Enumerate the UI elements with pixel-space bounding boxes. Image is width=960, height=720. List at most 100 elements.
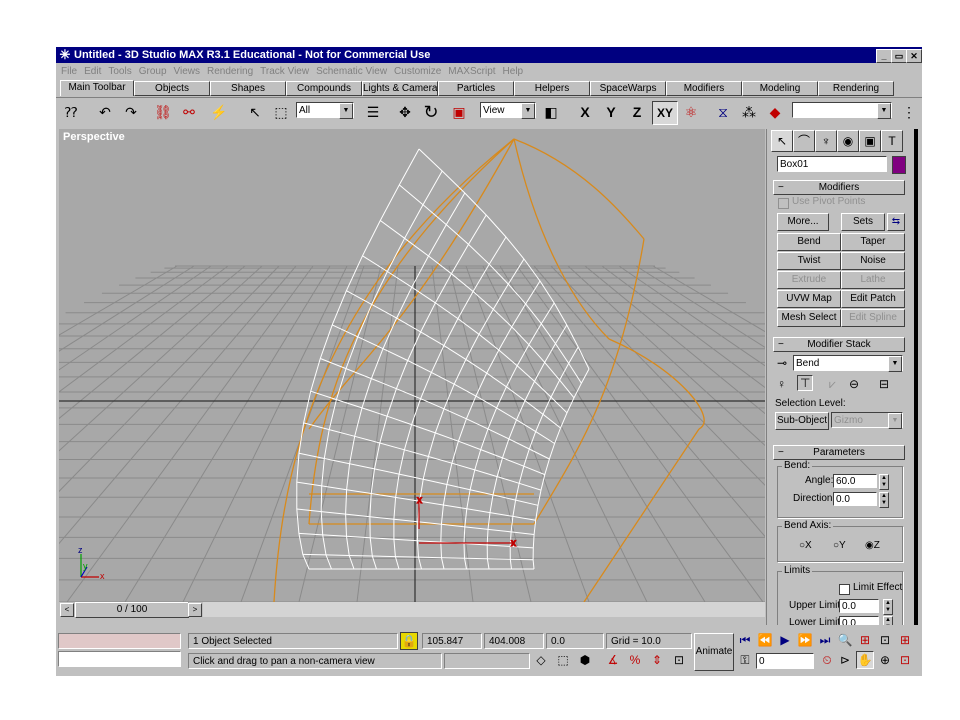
field-of-view-icon[interactable]: ⊳ bbox=[836, 651, 854, 669]
maxscript-input-mini[interactable] bbox=[58, 651, 181, 667]
restrict-xy-button[interactable]: XY bbox=[652, 101, 678, 125]
mesh-select-modifier-button[interactable]: Mesh Select bbox=[777, 309, 841, 327]
chevron-down-icon[interactable]: ▼ bbox=[888, 413, 902, 429]
taper-modifier-button[interactable]: Taper bbox=[841, 233, 905, 251]
menu-maxscript[interactable]: MAXScript bbox=[448, 66, 495, 77]
tab-main-toolbar[interactable]: Main Toolbar bbox=[60, 80, 134, 96]
tab-particles[interactable]: Particles bbox=[438, 81, 514, 96]
help-mode-icon[interactable]: ⁇ bbox=[60, 101, 82, 123]
menu-schematic-view[interactable]: Schematic View bbox=[316, 66, 387, 77]
lower-limit-spinner[interactable]: ▲▼ bbox=[883, 616, 893, 625]
modifier-sets-button[interactable]: Sets bbox=[841, 213, 885, 231]
edit-spline-modifier-button[interactable]: Edit Spline bbox=[841, 309, 905, 327]
tab-compounds[interactable]: Compounds bbox=[286, 81, 362, 96]
configure-sets-icon[interactable]: ⇆ bbox=[887, 213, 905, 231]
time-config-icon[interactable]: ⏲ bbox=[818, 651, 836, 669]
direction-input[interactable]: 0.0 bbox=[833, 492, 877, 506]
sub-object-level-dropdown[interactable]: Gizmo ▼ bbox=[831, 412, 903, 429]
lathe-modifier-button[interactable]: Lathe bbox=[841, 271, 905, 289]
chevron-down-icon[interactable]: ▼ bbox=[339, 103, 353, 119]
align-icon[interactable]: ◆ bbox=[764, 101, 786, 123]
angle-input[interactable]: 60.0 bbox=[833, 474, 877, 488]
named-selection-dropdown[interactable]: ▼ bbox=[792, 102, 892, 119]
display-panel-tab-icon[interactable]: ▣ bbox=[859, 130, 881, 152]
use-pivot-points-checkbox[interactable] bbox=[778, 198, 789, 209]
angle-spinner[interactable]: ▲ ▼ bbox=[879, 474, 889, 490]
hierarchy-panel-tab-icon[interactable]: ♆ bbox=[815, 130, 837, 152]
zoom-all-icon[interactable]: ⊞ bbox=[856, 631, 874, 649]
menu-views[interactable]: Views bbox=[174, 66, 201, 77]
arc-rotate-icon[interactable]: ⊕ bbox=[876, 651, 894, 669]
play-icon[interactable]: ▶ bbox=[776, 631, 794, 649]
chevron-down-icon[interactable]: ▼ bbox=[877, 103, 891, 119]
select-by-name-icon[interactable]: ☰ bbox=[362, 101, 384, 123]
close-button[interactable]: ✕ bbox=[906, 49, 922, 63]
tab-lights-cameras[interactable]: Lights & Cameras bbox=[362, 81, 438, 96]
menu-edit[interactable]: Edit bbox=[84, 66, 101, 77]
restrict-z-button[interactable]: Z bbox=[626, 101, 648, 123]
chevron-down-icon[interactable]: ▼ bbox=[888, 356, 902, 372]
unlink-icon[interactable]: ⚯ bbox=[178, 101, 200, 123]
perspective-viewport[interactable]: x x z x y Perspective bbox=[59, 129, 765, 602]
bind-space-warp-icon[interactable]: ⚡ bbox=[208, 101, 230, 123]
pin-stack-icon[interactable]: ⊸ bbox=[777, 356, 787, 370]
minimize-button[interactable]: _ bbox=[876, 49, 892, 63]
spinner-snap-icon[interactable]: ⇕ bbox=[648, 651, 666, 669]
modifiers-rollout-header[interactable]: − Modifiers bbox=[773, 180, 905, 195]
time-slider-thumb[interactable]: 0 / 100 bbox=[75, 602, 189, 618]
tab-helpers[interactable]: Helpers bbox=[514, 81, 590, 96]
track-view-icon[interactable]: ⋮ bbox=[898, 101, 920, 123]
upper-limit-input[interactable]: 0.0 bbox=[839, 599, 879, 613]
pivot-center-icon[interactable]: ◧ bbox=[540, 101, 562, 123]
select-link-icon[interactable]: ⛓ bbox=[152, 101, 174, 123]
undo-icon[interactable]: ↶ bbox=[94, 101, 116, 123]
sub-object-button[interactable]: Sub-Object bbox=[775, 412, 829, 430]
current-frame-input[interactable]: 0 bbox=[756, 653, 814, 669]
menu-track-view[interactable]: Track View bbox=[260, 66, 309, 77]
modifier-stack-rollout-header[interactable]: − Modifier Stack bbox=[773, 337, 905, 352]
time-slider-next-button[interactable]: > bbox=[188, 603, 202, 617]
window-crossing-icon[interactable]: ⊡ bbox=[670, 651, 688, 669]
bend-axis-z-radio[interactable]: ◉Z bbox=[865, 540, 880, 551]
object-color-swatch[interactable] bbox=[892, 156, 906, 174]
edit-patch-modifier-button[interactable]: Edit Patch bbox=[841, 290, 905, 308]
tab-rendering[interactable]: Rendering bbox=[818, 81, 894, 96]
parameters-rollout-header[interactable]: − Parameters bbox=[773, 445, 905, 460]
viewport-label[interactable]: Perspective bbox=[63, 131, 125, 143]
utilities-panel-tab-icon[interactable]: T bbox=[881, 130, 903, 152]
uvw-map-modifier-button[interactable]: UVW Map bbox=[777, 290, 841, 308]
previous-frame-icon[interactable]: ⏪ bbox=[756, 631, 774, 649]
maximize-button[interactable]: ▭ bbox=[891, 49, 907, 63]
noise-modifier-button[interactable]: Noise bbox=[841, 252, 905, 270]
selection-filter-dropdown[interactable]: All ▼ bbox=[296, 102, 354, 119]
menu-file[interactable]: File bbox=[61, 66, 77, 77]
create-panel-tab-icon[interactable]: ↖ bbox=[771, 130, 793, 152]
time-slider[interactable]: < 0 / 100 > bbox=[59, 602, 765, 618]
mirror-icon[interactable]: ⧖ bbox=[712, 101, 734, 123]
percent-snap-icon[interactable]: % bbox=[626, 651, 644, 669]
pan-icon[interactable]: ✋ bbox=[856, 651, 874, 669]
object-name-field[interactable]: Box01 bbox=[777, 156, 887, 172]
chevron-down-icon[interactable]: ▼ bbox=[521, 103, 535, 119]
active-inactive-toggle-icon[interactable]: ♀ bbox=[777, 377, 786, 391]
bend-axis-y-radio[interactable]: ○Y bbox=[833, 540, 846, 551]
more-modifiers-button[interactable]: More... bbox=[777, 213, 829, 231]
show-end-result-icon[interactable]: ⊤ bbox=[797, 375, 814, 391]
crossing-selection-icon[interactable]: ◇ bbox=[532, 651, 550, 669]
modify-panel-tab-icon[interactable]: ⌒ bbox=[793, 130, 815, 152]
tab-modeling[interactable]: Modeling bbox=[742, 81, 818, 96]
redo-icon[interactable]: ↷ bbox=[120, 101, 142, 123]
snap-toggle-icon[interactable]: ⬢ bbox=[576, 651, 594, 669]
time-slider-prev-button[interactable]: < bbox=[60, 603, 74, 617]
scale-icon[interactable]: ▣ bbox=[448, 101, 470, 123]
selection-region-icon[interactable]: ⬚ bbox=[270, 101, 292, 123]
zoom-extents-icon[interactable]: ⊡ bbox=[876, 631, 894, 649]
go-to-end-icon[interactable]: ⏭ bbox=[816, 631, 834, 649]
next-frame-icon[interactable]: ⏩ bbox=[796, 631, 814, 649]
degradation-override-icon[interactable]: ⬚ bbox=[554, 651, 572, 669]
modifier-stack-dropdown[interactable]: Bend ▼ bbox=[793, 355, 903, 372]
array-icon[interactable]: ⁂ bbox=[738, 101, 760, 123]
rotate-icon[interactable]: ↻ bbox=[420, 101, 442, 123]
menu-customize[interactable]: Customize bbox=[394, 66, 441, 77]
extrude-modifier-button[interactable]: Extrude bbox=[777, 271, 841, 289]
